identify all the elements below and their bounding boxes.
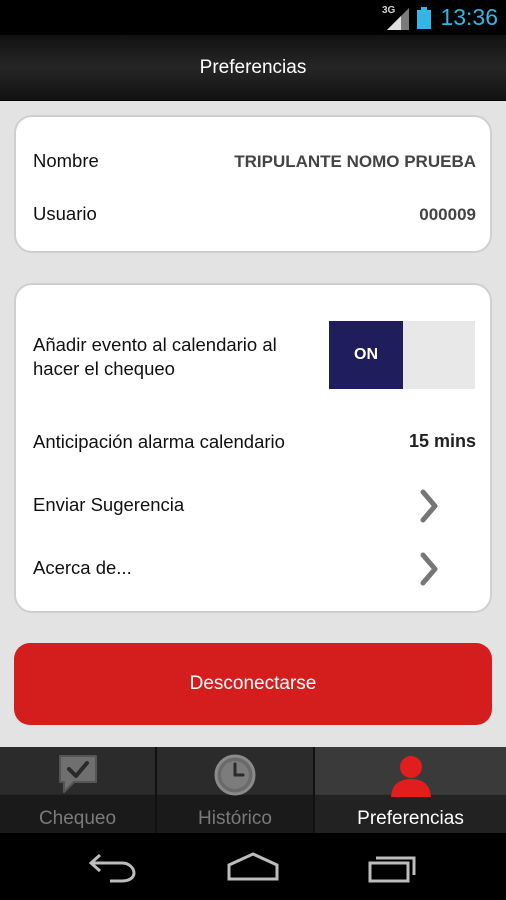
user-icon: [390, 756, 431, 797]
alarm-label: Anticipación alarma calendario: [33, 431, 285, 452]
system-nav-bar: [0, 833, 506, 900]
user-info-card: Nombre TRIPULANTE NOMO PRUEBA Usuario 00…: [14, 115, 492, 253]
action-bar: Preferencias: [0, 35, 506, 101]
tab-chequeo-label: Chequeo: [38, 808, 117, 829]
status-bar: 3G 13:36: [0, 0, 506, 35]
nombre-label: Nombre: [33, 150, 99, 171]
bottom-tab-bar: Chequeo Histórico Preferencias: [0, 747, 506, 833]
back-icon[interactable]: [82, 849, 142, 885]
usuario-value: 000009: [419, 205, 476, 224]
chat-check-icon: [58, 755, 97, 793]
clock-icon: [214, 754, 256, 796]
usuario-label: Usuario: [33, 203, 97, 224]
settings-card: Añadir evento al calendario al hacer el …: [14, 283, 492, 613]
calendar-toggle[interactable]: ON: [329, 321, 475, 389]
recent-apps-icon[interactable]: [364, 849, 424, 885]
tab-preferencias[interactable]: Preferencias: [315, 747, 506, 833]
nombre-value: TRIPULANTE NOMO PRUEBA: [234, 152, 476, 171]
chevron-right-icon: [420, 489, 438, 523]
calendar-setting-label: Añadir evento al calendario al hacer el …: [33, 334, 277, 379]
tab-historico[interactable]: Histórico: [157, 747, 313, 833]
battery-icon: [417, 7, 431, 29]
home-icon[interactable]: [223, 849, 283, 885]
about-label: Acerca de...: [33, 557, 132, 578]
signal-icon: [387, 8, 409, 30]
alarm-value: 15 mins: [408, 431, 476, 451]
chevron-right-icon: [420, 552, 438, 586]
suggestion-label: Enviar Sugerencia: [33, 494, 185, 515]
tab-historico-label: Histórico: [198, 808, 272, 829]
logout-button[interactable]: Desconectarse: [14, 643, 492, 725]
page-title: Preferencias: [199, 57, 307, 78]
tab-chequeo[interactable]: Chequeo: [0, 747, 155, 833]
toggle-on-label: ON: [329, 321, 403, 389]
status-clock: 13:36: [440, 4, 498, 30]
tab-preferencias-label: Preferencias: [357, 808, 464, 829]
